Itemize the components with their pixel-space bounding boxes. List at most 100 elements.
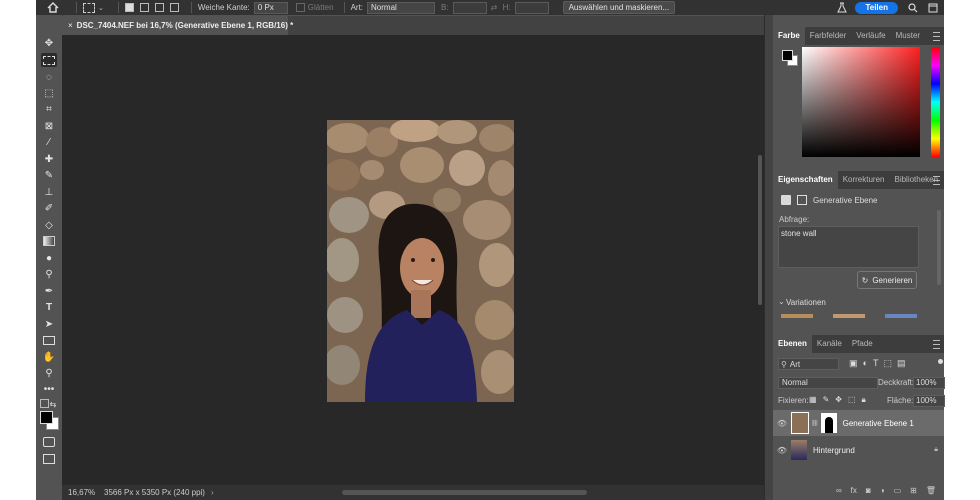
horizontal-scrollbar[interactable]	[342, 490, 587, 495]
hand-tool-icon[interactable]: ✋	[41, 350, 57, 364]
frame-tool-icon[interactable]: ⊠	[41, 119, 57, 133]
intersect-selection-button[interactable]	[169, 3, 179, 12]
new-selection-button[interactable]	[124, 3, 134, 12]
feather-input[interactable]: 0 Px	[253, 1, 288, 14]
color-panel-foreground-swatch[interactable]	[782, 50, 793, 61]
width-input[interactable]	[452, 1, 487, 14]
visibility-eye-icon[interactable]: 👁︎	[773, 419, 791, 428]
history-brush-tool-icon[interactable]: ✐	[41, 201, 57, 215]
foreground-color-swatch[interactable]	[40, 411, 53, 424]
visibility-eye-icon[interactable]: 👁︎	[773, 446, 791, 455]
tab-patterns[interactable]: Muster	[891, 27, 925, 45]
vertical-scrollbar[interactable]	[758, 155, 762, 305]
filter-type-icon[interactable]: T	[873, 358, 879, 369]
chevron-down-icon[interactable]: ⌄	[98, 4, 104, 12]
panel-menu-icon[interactable]	[933, 32, 940, 41]
opacity-input[interactable]: 100%	[913, 377, 945, 389]
marquee-tool-icon[interactable]	[41, 53, 57, 67]
lock-transparency-icon[interactable]: ▦	[809, 395, 817, 405]
search-icon[interactable]	[908, 2, 918, 13]
lock-all-icon[interactable]: 🔒︎	[862, 395, 866, 405]
select-and-mask-button[interactable]: Auswählen und maskieren...	[562, 1, 676, 14]
filter-pixel-icon[interactable]: ▣	[849, 358, 858, 369]
add-to-selection-button[interactable]	[139, 3, 149, 12]
color-picker-field[interactable]	[802, 47, 920, 157]
generate-button[interactable]: ↻ Generieren	[857, 271, 917, 289]
layer-filter-select[interactable]: ⚲ Art	[778, 358, 839, 370]
new-layer-icon[interactable]: ⊞	[910, 486, 917, 495]
panel-menu-icon[interactable]	[933, 340, 940, 349]
eyedropper-tool-icon[interactable]: ⁄	[41, 135, 57, 149]
canvas-area[interactable]	[62, 35, 764, 485]
tab-gradients[interactable]: Verläufe	[851, 27, 890, 45]
gradient-tool-icon[interactable]	[41, 234, 57, 248]
filter-toggle[interactable]	[938, 359, 943, 364]
document-image[interactable]	[327, 120, 514, 402]
filter-smart-object-icon[interactable]: ▤	[897, 358, 906, 369]
variation-thumbnail[interactable]	[781, 314, 813, 318]
tab-color[interactable]: Farbe	[773, 27, 805, 45]
blur-tool-icon[interactable]: ●	[41, 251, 57, 265]
swap-colors-icon[interactable]: ⇆	[48, 397, 58, 411]
layer-style-icon[interactable]: fx	[851, 486, 857, 495]
panel-menu-icon[interactable]	[933, 176, 940, 185]
move-tool-icon[interactable]: ✥	[41, 36, 57, 50]
object-selection-tool-icon[interactable]: ⬚	[41, 86, 57, 100]
zoom-tool-icon[interactable]: ⚲	[41, 366, 57, 380]
new-group-icon[interactable]: ▭	[894, 486, 902, 495]
tab-adjustments[interactable]: Korrekturen	[838, 171, 890, 189]
tab-channels[interactable]: Kanäle	[812, 335, 847, 353]
height-input[interactable]	[514, 1, 549, 14]
flask-icon[interactable]	[837, 2, 848, 13]
fill-input[interactable]: 100%	[913, 395, 945, 407]
pen-tool-icon[interactable]: ✒	[41, 284, 57, 298]
swap-icon[interactable]: ⇄	[491, 3, 499, 12]
tab-paths[interactable]: Pfade	[847, 335, 878, 353]
subtract-from-selection-button[interactable]	[154, 3, 164, 12]
type-tool-icon[interactable]: T	[41, 300, 57, 314]
share-button[interactable]: Teilen	[855, 1, 898, 14]
hue-slider[interactable]	[931, 47, 940, 157]
quick-mask-icon[interactable]	[41, 435, 57, 449]
home-button[interactable]	[36, 0, 70, 15]
screen-mode-icon[interactable]	[41, 452, 57, 466]
tab-layers[interactable]: Ebenen	[773, 335, 812, 353]
close-icon[interactable]: ×	[68, 21, 73, 30]
style-select[interactable]: Normal	[367, 1, 436, 14]
filter-shape-icon[interactable]: ⬚	[883, 358, 892, 369]
variation-thumbnail[interactable]	[833, 314, 865, 318]
mask-icon[interactable]	[797, 195, 807, 205]
layer-row-generative[interactable]: 👁︎ ⛓ Generative Ebene 1	[773, 410, 944, 436]
spot-healing-tool-icon[interactable]: ✚	[41, 152, 57, 166]
brush-tool-icon[interactable]: ✎	[41, 168, 57, 182]
prompt-input[interactable]: stone wall	[778, 226, 919, 268]
properties-scrollbar[interactable]	[937, 210, 941, 285]
layer-mask-thumbnail[interactable]	[820, 413, 837, 433]
crop-tool-icon[interactable]: ⌗	[41, 102, 57, 116]
path-selection-tool-icon[interactable]: ➤	[41, 317, 57, 331]
adjustment-layer-icon[interactable]: ◑	[880, 486, 885, 495]
layer-row-background[interactable]: 👁︎ Hintergrund 🔒︎	[773, 437, 944, 463]
tab-properties[interactable]: Eigenschaften	[773, 171, 838, 189]
eraser-tool-icon[interactable]: ◇	[41, 218, 57, 232]
delete-layer-icon[interactable]: 🗑︎	[926, 486, 936, 495]
link-icon[interactable]: ⛓	[811, 420, 819, 427]
variations-chevron-icon[interactable]: ⌄	[778, 297, 785, 306]
marquee-tool-preset-icon[interactable]	[83, 2, 95, 13]
lasso-tool-icon[interactable]: ◌	[41, 70, 57, 84]
rectangle-tool-icon[interactable]	[41, 333, 57, 347]
tab-swatches[interactable]: Farbfelder	[805, 27, 851, 45]
clone-stamp-tool-icon[interactable]: ⊥	[41, 185, 57, 199]
lock-position-icon[interactable]: ✥	[835, 395, 842, 405]
antialias-checkbox[interactable]	[295, 3, 305, 12]
filter-adjustment-icon[interactable]: ◐	[863, 358, 868, 369]
workspace-icon[interactable]	[928, 3, 938, 13]
more-tools-icon[interactable]: •••	[41, 382, 57, 396]
lock-pixels-icon[interactable]: ✎	[823, 395, 830, 405]
blend-mode-select[interactable]: Normal	[778, 377, 878, 389]
dodge-tool-icon[interactable]: ⚲	[41, 267, 57, 281]
variation-thumbnail[interactable]	[885, 314, 917, 318]
chevron-right-icon[interactable]: ›	[211, 488, 214, 497]
lock-artboard-icon[interactable]: ⬚	[848, 395, 856, 405]
zoom-level[interactable]: 16,67%	[62, 488, 104, 497]
